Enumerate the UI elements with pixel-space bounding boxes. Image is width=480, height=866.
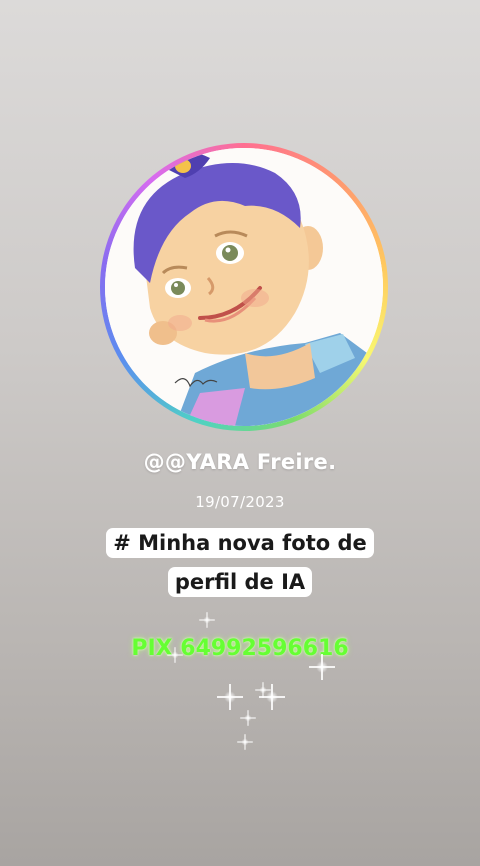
caption-line-1: # Minha nova foto de bbox=[106, 528, 374, 558]
profile-avatar-ring[interactable] bbox=[100, 143, 388, 431]
profile-avatar[interactable] bbox=[105, 148, 383, 426]
sparkle-icon bbox=[237, 734, 253, 750]
sparkle-icon bbox=[167, 647, 183, 663]
sparkle-icon bbox=[259, 684, 285, 710]
avatar-illustration bbox=[105, 148, 383, 426]
profile-username[interactable]: @@YARA Freire. bbox=[0, 450, 480, 474]
story-screen: @@YARA Freire. 19/07/2023 # Minha nova f… bbox=[0, 0, 480, 866]
pix-key-text: PIX 64992596616 bbox=[131, 636, 349, 661]
post-date: 19/07/2023 bbox=[195, 493, 285, 511]
caption-line-2: perfil de IA bbox=[167, 567, 313, 597]
sparkle-icon bbox=[217, 684, 243, 710]
caption-text: # Minha nova foto de perfil de IA bbox=[95, 524, 385, 602]
sparkle-icon bbox=[309, 654, 335, 680]
sparkle-icon bbox=[240, 710, 256, 726]
sparkle-icon bbox=[199, 612, 215, 628]
